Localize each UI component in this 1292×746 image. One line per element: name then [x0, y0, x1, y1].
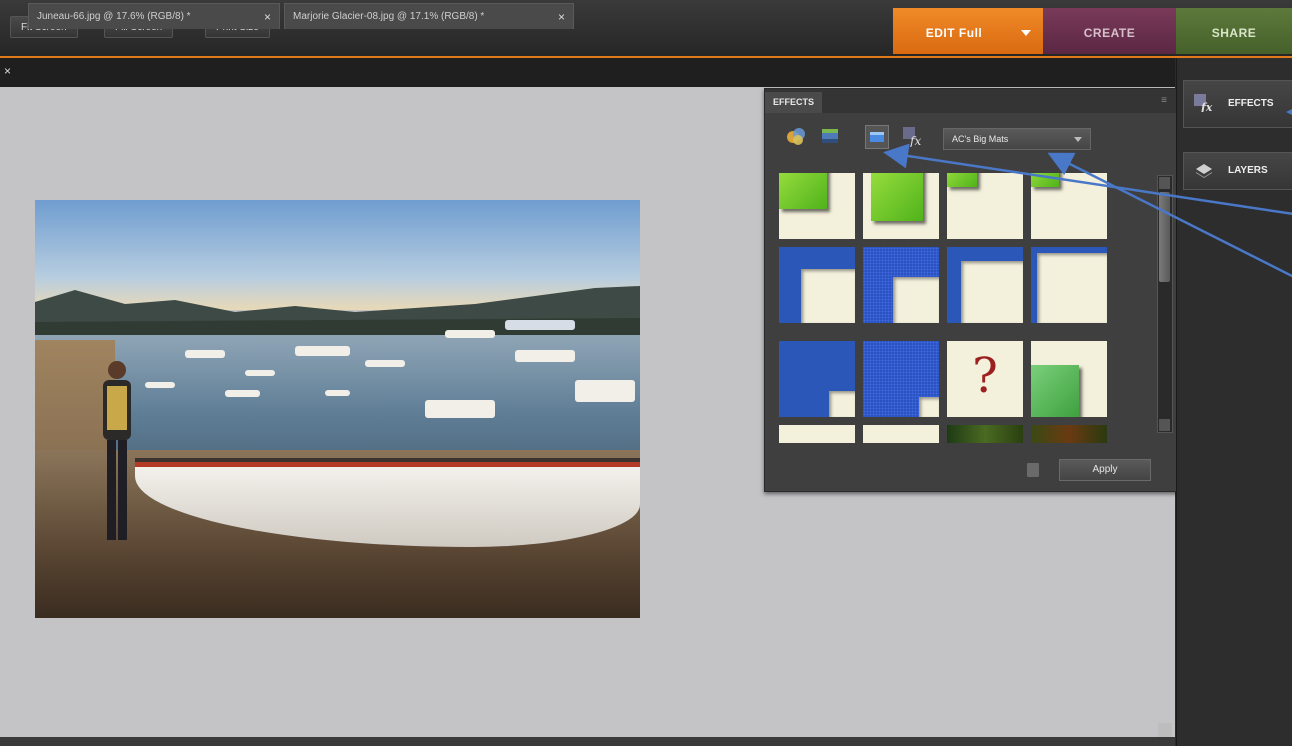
- edit-full-label: EDIT Full: [925, 26, 983, 40]
- dock-layers-button[interactable]: LAYERS: [1183, 152, 1292, 190]
- panel-dock: fx EFFECTS LAYERS: [1176, 58, 1292, 746]
- document-tab-label: Marjorie Glacier-08.jpg @ 17.1% (RGB/8) …: [293, 11, 485, 22]
- effect-thumbnail[interactable]: [779, 247, 855, 323]
- effect-thumbnail[interactable]: [947, 173, 1023, 239]
- document-tabs-bar: [0, 58, 1175, 87]
- photo-mountains: [35, 286, 640, 342]
- scroll-down-button[interactable]: [1159, 419, 1170, 431]
- effect-thumbnail[interactable]: [947, 425, 1023, 443]
- effect-thumbnail[interactable]: [1031, 173, 1107, 239]
- document-tab-juneau[interactable]: Juneau-66.jpg @ 17.6% (RGB/8) * ×: [28, 3, 280, 29]
- apply-button[interactable]: Apply: [1059, 459, 1151, 481]
- effect-thumbnail[interactable]: [779, 173, 855, 239]
- document-tab-label: Juneau-66.jpg @ 17.6% (RGB/8) *: [37, 11, 191, 22]
- effect-thumbnail[interactable]: [1031, 425, 1107, 443]
- photo-effects-icon[interactable]: [865, 125, 889, 149]
- effect-thumbnail[interactable]: [863, 341, 939, 417]
- close-icon[interactable]: ×: [4, 64, 11, 78]
- scrollbar-thumb[interactable]: [1159, 192, 1170, 282]
- layer-styles-icon[interactable]: [819, 125, 841, 147]
- svg-text:fx: fx: [1200, 101, 1213, 112]
- close-tab-icon[interactable]: ×: [264, 4, 271, 30]
- dropdown-value: AC's Big Mats: [952, 134, 1009, 144]
- effects-panel-tab[interactable]: EFFECTS: [765, 92, 823, 113]
- effects-category-dropdown[interactable]: AC's Big Mats: [943, 128, 1091, 150]
- effects-scrollbar[interactable]: [1157, 175, 1173, 433]
- effect-thumbnail[interactable]: [863, 173, 939, 239]
- effect-thumbnail[interactable]: [779, 425, 855, 443]
- scroll-down-button[interactable]: [1158, 723, 1172, 737]
- share-tab[interactable]: SHARE: [1176, 8, 1292, 54]
- svg-text:fx: fx: [909, 134, 921, 147]
- question-mark-icon: ?: [972, 348, 998, 404]
- chevron-down-icon: [1074, 137, 1082, 142]
- all-effects-icon[interactable]: fx: [901, 125, 923, 147]
- scroll-up-button[interactable]: [1159, 177, 1170, 189]
- effects-panel: EFFECTS ≡ fx AC's Big Mats ? Apply: [764, 88, 1178, 492]
- effect-thumbnail[interactable]: [1031, 247, 1107, 323]
- filters-icon[interactable]: [785, 125, 807, 147]
- effects-panel-header: EFFECTS ≡: [765, 89, 1177, 113]
- document-tab-marjorie-glacier[interactable]: Marjorie Glacier-08.jpg @ 17.1% (RGB/8) …: [284, 3, 574, 29]
- canvas-horizontal-scrollbar[interactable]: [0, 737, 1175, 746]
- create-tab[interactable]: CREATE: [1043, 8, 1176, 54]
- edit-dropdown-caret-icon[interactable]: [1021, 30, 1031, 36]
- close-tab-icon[interactable]: ×: [558, 4, 565, 30]
- photo-person: [103, 361, 131, 540]
- effects-fx-icon: fx: [1194, 94, 1213, 112]
- effect-thumbnail[interactable]: [863, 247, 939, 323]
- dock-layers-label: LAYERS: [1228, 165, 1268, 176]
- effect-thumbnail-missing[interactable]: ?: [947, 341, 1023, 417]
- effects-thumbnail-grid: ?: [779, 173, 1139, 443]
- dock-effects-label: EFFECTS: [1228, 98, 1274, 109]
- effect-thumbnail[interactable]: [1031, 341, 1107, 417]
- panel-menu-icon[interactable]: ≡: [1161, 95, 1167, 106]
- trash-icon[interactable]: [1027, 463, 1039, 477]
- effect-thumbnail[interactable]: [779, 341, 855, 417]
- photo-image: [35, 200, 640, 618]
- effect-thumbnail[interactable]: [863, 425, 939, 443]
- effect-thumbnail[interactable]: [947, 247, 1023, 323]
- layers-icon: [1196, 164, 1212, 178]
- dock-effects-button[interactable]: fx EFFECTS: [1183, 80, 1292, 128]
- edit-full-tab[interactable]: EDIT Full: [893, 8, 1043, 54]
